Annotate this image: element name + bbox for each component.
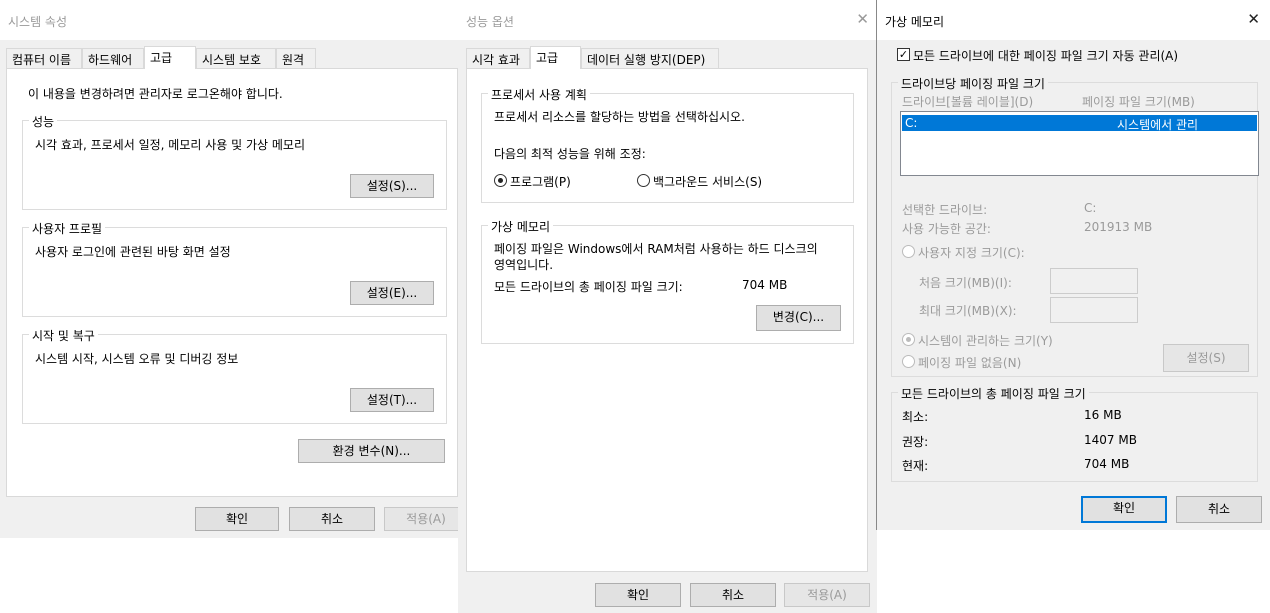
- tab-system-protection[interactable]: 시스템 보호: [196, 48, 276, 68]
- title-bar[interactable]: 성능 옵션 ✕: [458, 0, 877, 40]
- performance-label: 성능: [29, 113, 58, 130]
- apply-button[interactable]: 적용(A): [784, 583, 870, 607]
- initial-size-label: 처음 크기(MB)(I):: [919, 276, 1012, 290]
- no-paging-radio[interactable]: [902, 355, 915, 368]
- virtual-memory-desc-line2: 영역입니다.: [494, 258, 554, 272]
- recommended-value: 1407 MB: [1084, 433, 1137, 447]
- startup-recovery-settings-button[interactable]: 설정(T)...: [350, 388, 434, 412]
- window-title: 시스템 속성: [8, 15, 68, 29]
- advanced-panel: 프로세서 사용 계획 프로세서 리소스를 할당하는 방법을 선택하십시오. 다음…: [466, 68, 868, 572]
- background-services-radio[interactable]: [637, 174, 650, 187]
- tab-advanced[interactable]: 고급: [144, 46, 196, 69]
- admin-note: 이 내용을 변경하려면 관리자로 로그온해야 합니다.: [28, 87, 283, 101]
- list-item[interactable]: C: 시스템에서 관리: [902, 115, 1257, 132]
- size-column-header: 페이징 파일 크기(MB): [1082, 95, 1195, 109]
- set-button[interactable]: 설정(S): [1163, 344, 1249, 372]
- startup-recovery-group: 시작 및 복구 시스템 시작, 시스템 오류 및 디버깅 정보 설정(T)...: [22, 327, 447, 424]
- drive-letter: C:: [905, 116, 918, 130]
- selected-drive-label: 선택한 드라이브:: [902, 203, 988, 217]
- startup-recovery-label: 시작 및 복구: [29, 327, 98, 344]
- per-drive-group: 드라이브당 페이징 파일 크기 드라이브[볼륨 레이블](D) 페이징 파일 크…: [891, 75, 1259, 377]
- performance-desc: 시각 효과, 프로세서 일정, 메모리 사용 및 가상 메모리: [35, 138, 305, 152]
- per-drive-label: 드라이브당 페이징 파일 크기: [898, 75, 1048, 92]
- available-space-label: 사용 가능한 공간:: [902, 222, 991, 236]
- tab-dep[interactable]: 데이터 실행 방지(DEP): [581, 48, 719, 68]
- tab-hardware[interactable]: 하드웨어: [82, 48, 144, 68]
- startup-recovery-desc: 시스템 시작, 시스템 오류 및 디버깅 정보: [35, 352, 239, 366]
- drive-list[interactable]: C: 시스템에서 관리: [900, 111, 1259, 176]
- tab-computer-name[interactable]: 컴퓨터 이름: [6, 48, 82, 68]
- user-profiles-group: 사용자 프로필 사용자 로그인에 관련된 바탕 화면 설정 설정(E)...: [22, 220, 447, 317]
- processor-scheduling-label: 프로세서 사용 계획: [488, 86, 590, 103]
- advanced-panel: 이 내용을 변경하려면 관리자로 로그온해야 합니다. 성능 시각 효과, 프로…: [6, 68, 458, 497]
- selected-drive-value: C:: [1084, 201, 1097, 215]
- auto-manage-label[interactable]: 모든 드라이브에 대한 페이징 파일 크기 자동 관리(A): [913, 47, 1178, 64]
- adjust-label: 다음의 최적 성능을 위해 조정:: [494, 147, 646, 161]
- user-profiles-settings-button[interactable]: 설정(E)...: [350, 281, 434, 305]
- total-paging-label: 모든 드라이브의 총 페이징 파일 크기:: [494, 280, 683, 294]
- processor-scheduling-group: 프로세서 사용 계획 프로세서 리소스를 할당하는 방법을 선택하십시오. 다음…: [481, 86, 854, 203]
- drive-size: 시스템에서 관리: [1117, 118, 1199, 132]
- system-properties-window: 시스템 속성 컴퓨터 이름 하드웨어 고급 시스템 보호 원격 이 내용을 변경…: [0, 0, 468, 538]
- current-value: 704 MB: [1084, 457, 1130, 471]
- window-title: 성능 옵션: [466, 15, 514, 29]
- cancel-button[interactable]: 취소: [289, 507, 375, 531]
- change-button[interactable]: 변경(C)...: [756, 305, 841, 331]
- close-icon[interactable]: ✕: [1247, 12, 1260, 27]
- cancel-button[interactable]: 취소: [690, 583, 776, 607]
- no-paging-label[interactable]: 페이징 파일 없음(N): [918, 354, 1021, 371]
- window-title: 가상 메모리: [885, 15, 945, 29]
- virtual-memory-desc-line1: 페이징 파일은 Windows에서 RAM처럼 사용하는 하드 디스크의: [494, 242, 818, 256]
- performance-settings-button[interactable]: 설정(S)...: [350, 174, 434, 198]
- virtual-memory-window: 가상 메모리 ✕ ✓ 모든 드라이브에 대한 페이징 파일 크기 자동 관리(A…: [876, 0, 1270, 530]
- user-profiles-label: 사용자 프로필: [29, 220, 106, 237]
- virtual-memory-label: 가상 메모리: [488, 218, 554, 235]
- custom-size-label[interactable]: 사용자 지정 크기(C):: [918, 244, 1025, 261]
- programs-label[interactable]: 프로그램(P): [510, 173, 571, 190]
- close-icon[interactable]: ✕: [856, 12, 869, 27]
- environment-variables-button[interactable]: 환경 변수(N)...: [298, 439, 445, 463]
- ok-button[interactable]: 확인: [595, 583, 681, 607]
- apply-button[interactable]: 적용(A): [384, 507, 468, 531]
- ok-button[interactable]: 확인: [195, 507, 279, 531]
- auto-manage-checkbox[interactable]: ✓: [897, 48, 910, 61]
- current-label: 현재:: [902, 459, 929, 473]
- title-bar[interactable]: 시스템 속성: [0, 0, 460, 40]
- tab-remote[interactable]: 원격: [276, 48, 316, 68]
- tab-advanced[interactable]: 고급: [530, 46, 581, 69]
- custom-size-radio[interactable]: [902, 245, 915, 258]
- total-paging-label: 모든 드라이브의 총 페이징 파일 크기: [898, 385, 1089, 402]
- cancel-button[interactable]: 취소: [1176, 496, 1262, 523]
- title-bar[interactable]: 가상 메모리 ✕: [877, 0, 1270, 40]
- performance-options-window: 성능 옵션 ✕ 시각 효과 고급 데이터 실행 방지(DEP) 프로세서 사용 …: [458, 0, 877, 613]
- ok-button[interactable]: 확인: [1081, 496, 1167, 523]
- total-paging-group: 모든 드라이브의 총 페이징 파일 크기 최소: 16 MB 권장: 1407 …: [891, 385, 1258, 482]
- min-label: 최소:: [902, 410, 929, 424]
- programs-radio[interactable]: [494, 174, 507, 187]
- system-managed-radio[interactable]: [902, 333, 915, 346]
- tab-visual-effects[interactable]: 시각 효과: [466, 48, 530, 68]
- system-managed-label[interactable]: 시스템이 관리하는 크기(Y): [918, 332, 1053, 349]
- drive-column-header: 드라이브[볼륨 레이블](D): [902, 95, 1034, 109]
- performance-group: 성능 시각 효과, 프로세서 일정, 메모리 사용 및 가상 메모리 설정(S)…: [22, 113, 447, 210]
- recommended-label: 권장:: [902, 435, 929, 449]
- total-paging-value: 704 MB: [742, 278, 788, 292]
- max-size-label: 최대 크기(MB)(X):: [919, 304, 1017, 318]
- background-services-label[interactable]: 백그라운드 서비스(S): [653, 173, 762, 190]
- user-profiles-desc: 사용자 로그인에 관련된 바탕 화면 설정: [35, 245, 231, 259]
- available-space-value: 201913 MB: [1084, 220, 1153, 234]
- virtual-memory-group: 가상 메모리 페이징 파일은 Windows에서 RAM처럼 사용하는 하드 디…: [481, 218, 854, 344]
- max-size-input[interactable]: [1050, 297, 1138, 323]
- min-value: 16 MB: [1084, 408, 1122, 422]
- processor-desc: 프로세서 리소스를 할당하는 방법을 선택하십시오.: [494, 110, 745, 124]
- initial-size-input[interactable]: [1050, 268, 1138, 294]
